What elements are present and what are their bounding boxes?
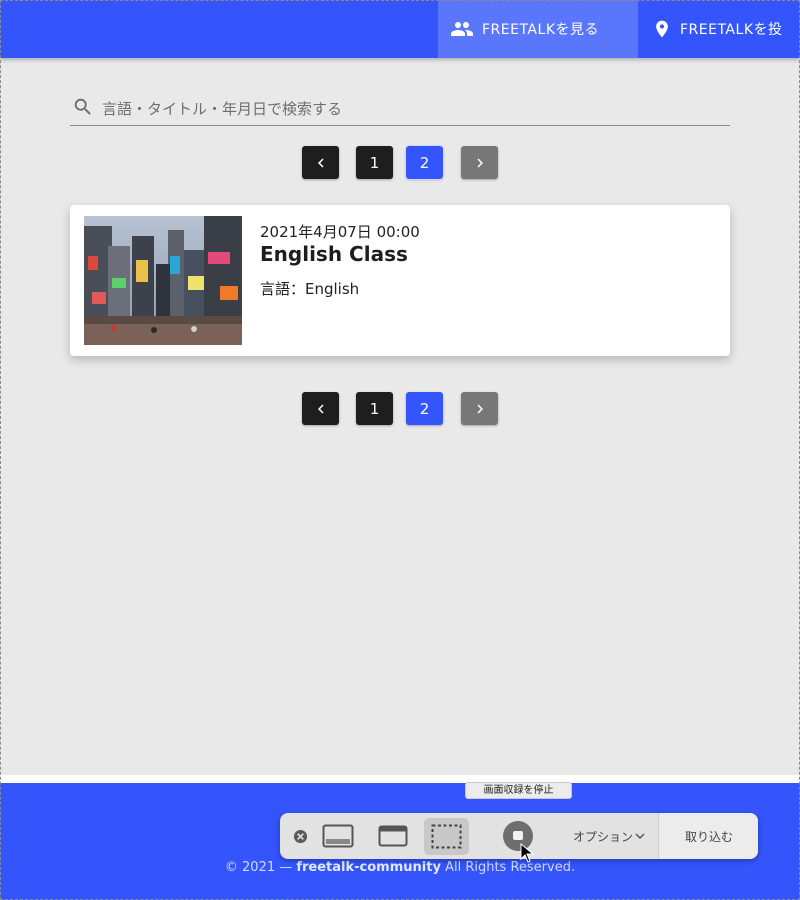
screen-capture-toolbar: オプション 取り込む xyxy=(280,813,758,859)
post-date: 2021年4月07日 00:00 xyxy=(260,223,420,241)
copyright-text: © 2021 — freetalk-community All Rights R… xyxy=(0,860,800,875)
pagination-bottom: 1 2 xyxy=(302,392,502,425)
app-header: FREETALKを見る FREETALKを投 xyxy=(0,0,800,58)
search-icon xyxy=(70,96,94,122)
post-language: 言語：English xyxy=(260,280,360,298)
chevron-left-icon xyxy=(317,404,324,413)
page-button-2[interactable]: 2 xyxy=(406,392,443,425)
close-toolbar-button[interactable] xyxy=(290,813,310,859)
next-page-button[interactable] xyxy=(461,146,498,179)
options-label: オプション xyxy=(572,829,633,844)
tab-post-freetalk[interactable]: FREETALKを投 xyxy=(640,0,800,58)
capture-screen-icon xyxy=(322,824,354,848)
chevron-down-icon xyxy=(635,833,645,840)
selection-frame xyxy=(0,0,800,900)
copyright-owner: freetalk-community xyxy=(296,860,441,875)
post-thumbnail xyxy=(84,216,242,345)
people-icon xyxy=(450,17,474,41)
prev-page-button[interactable] xyxy=(302,392,339,425)
copyright-prefix: © 2021 — xyxy=(224,860,297,875)
capture-window-button[interactable] xyxy=(376,813,410,859)
capture-entire-screen-button[interactable] xyxy=(320,813,356,859)
pagination-top: 1 2 xyxy=(302,145,502,180)
search-bar xyxy=(70,92,730,126)
close-circle-icon xyxy=(293,829,307,843)
post-card[interactable]: 2021年4月07日 00:00 English Class 言語：Englis… xyxy=(70,205,730,356)
post-title: English Class xyxy=(260,242,408,266)
capture-selection-icon xyxy=(431,824,462,848)
page-button-1[interactable]: 1 xyxy=(356,146,393,179)
page-button-2[interactable]: 2 xyxy=(405,145,444,180)
tab-view-freetalk[interactable]: FREETALKを見る xyxy=(438,0,638,58)
copyright-suffix: All Rights Reserved. xyxy=(440,860,576,875)
search-input[interactable] xyxy=(102,93,702,124)
capture-window-icon xyxy=(378,825,408,847)
location-pin-icon xyxy=(652,18,672,40)
prev-page-button[interactable] xyxy=(302,146,339,179)
chevron-right-icon xyxy=(476,404,483,413)
capture-selection-button[interactable] xyxy=(428,813,465,859)
chevron-right-icon xyxy=(476,158,483,167)
stop-recording-tooltip: 画面収録を停止 xyxy=(465,782,572,799)
tab-post-freetalk-label: FREETALKを投 xyxy=(680,22,783,38)
tab-view-freetalk-label: FREETALKを見る xyxy=(482,22,599,38)
footer-divider xyxy=(0,775,800,783)
capture-button[interactable]: 取り込む xyxy=(660,813,758,859)
capture-label: 取り込む xyxy=(684,829,733,844)
next-page-button[interactable] xyxy=(461,392,498,425)
mouse-cursor-icon xyxy=(520,842,535,867)
options-menu[interactable]: オプション xyxy=(566,813,652,859)
chevron-left-icon xyxy=(317,158,324,167)
page-button-1[interactable]: 1 xyxy=(356,392,393,425)
